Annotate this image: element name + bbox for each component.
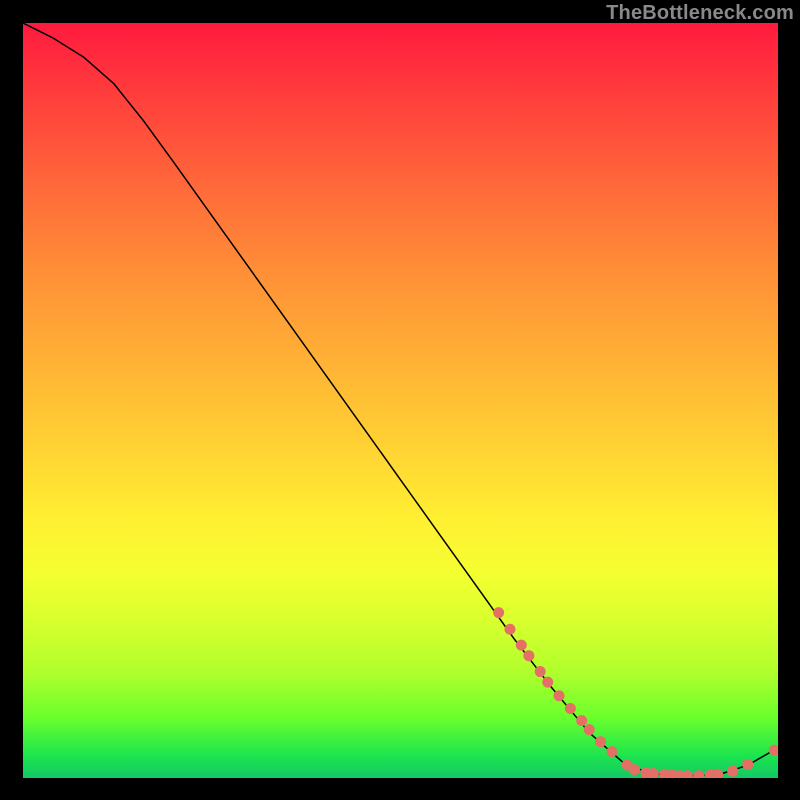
highlight-dot <box>584 724 595 735</box>
curve-line <box>23 23 778 776</box>
watermark-label: TheBottleneck.com <box>606 2 794 25</box>
highlight-dot <box>576 715 587 726</box>
chart-svg <box>23 23 778 778</box>
highlight-dot <box>504 624 515 635</box>
highlight-dot <box>595 736 606 747</box>
highlight-dot <box>606 746 617 757</box>
highlight-dot <box>542 677 553 688</box>
highlight-dot <box>629 764 640 775</box>
highlight-dot <box>693 770 704 778</box>
highlight-dot <box>516 640 527 651</box>
highlight-dot <box>565 703 576 714</box>
highlight-dot <box>769 745 778 756</box>
chart-plot-area <box>23 23 778 778</box>
highlight-dot <box>535 666 546 677</box>
highlight-dot <box>554 690 565 701</box>
highlight-dot <box>712 769 723 778</box>
highlight-dot <box>682 770 693 778</box>
highlight-dot <box>493 607 504 618</box>
chart-stage: TheBottleneck.com <box>0 0 800 800</box>
highlight-dot <box>727 766 738 777</box>
highlight-dot <box>742 759 753 770</box>
highlight-dot <box>523 650 534 661</box>
